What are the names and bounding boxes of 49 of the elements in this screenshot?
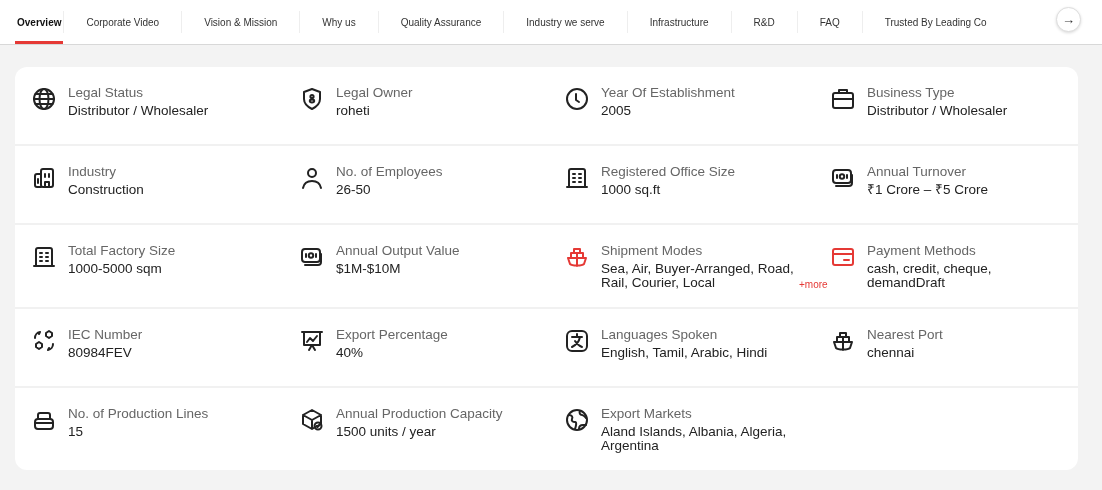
field-label: Annual Output Value	[336, 243, 460, 258]
field-value: 26-50	[336, 183, 371, 197]
field-label: Annual Turnover	[867, 164, 968, 179]
field-label: Legal Owner	[336, 85, 413, 100]
field-value: 1000 sq.ft	[601, 183, 661, 197]
field-value: cash, credit, cheque, demandDraft	[867, 262, 993, 290]
tab[interactable]: Industry we serve	[504, 0, 627, 44]
tab[interactable]: Infrastructure	[627, 0, 731, 44]
field-value: Aland Islands, Albania, Algeria, Argentina	[601, 425, 788, 453]
tab[interactable]: Trusted By Leading Co	[862, 0, 1009, 44]
next-button[interactable]: →	[1056, 7, 1081, 32]
tab[interactable]: Corporate Video	[64, 0, 182, 44]
field-value: chennai	[867, 346, 915, 360]
tab[interactable]: FAQ	[797, 0, 862, 44]
field-label: Payment Methods	[867, 243, 977, 258]
field-label: Registered Office Size	[601, 164, 736, 179]
field-label: No. of Production Lines	[68, 406, 209, 421]
field-label: Export Percentage	[336, 327, 448, 342]
field-value: Construction	[68, 183, 144, 197]
field-value: roheti	[336, 104, 370, 118]
field-label: IEC Number	[68, 327, 143, 342]
field-label: Shipment Modes	[601, 243, 704, 258]
field-value: English, Tamil, Arabic, Hindi	[601, 346, 768, 360]
field-value: Distributor / Wholesaler	[867, 104, 1008, 118]
field-value: 2005	[601, 104, 632, 118]
tab[interactable]: R&D	[731, 0, 797, 44]
field-label: Legal Status	[68, 85, 145, 100]
more-link[interactable]: +more	[799, 279, 828, 290]
field-value: 1500 units / year	[336, 425, 436, 439]
field-label: No. of Employees	[336, 164, 443, 179]
tab[interactable]: Vision & Mission	[182, 0, 300, 44]
field-label: Year Of Establishment	[601, 85, 735, 100]
field-label: Languages Spoken	[601, 327, 719, 342]
field-label: Annual Production Capacity	[336, 406, 503, 421]
field-value: ₹1 Crore – ₹5 Crore	[867, 183, 989, 197]
tab[interactable]: Why us	[300, 0, 378, 44]
field-label: Total Factory Size	[68, 243, 176, 258]
field-value: 1000-5000 sqm	[68, 262, 162, 276]
field-value: 15	[68, 425, 84, 439]
tab[interactable]: Quality Assurance	[378, 0, 504, 44]
field-value: 80984FEV	[68, 346, 132, 360]
field-label: Business Type	[867, 85, 956, 100]
field-value: Sea, Air, Buyer-Arranged, Road, Rail, Courier, Local	[601, 262, 795, 290]
field-label: Export Markets	[601, 406, 693, 421]
field-value: $1M-$10M	[336, 262, 401, 276]
field-value: 40%	[336, 346, 364, 360]
field-label: Industry	[68, 164, 118, 179]
field-label: Nearest Port	[867, 327, 943, 342]
field-value: Distributor / Wholesaler	[68, 104, 209, 118]
